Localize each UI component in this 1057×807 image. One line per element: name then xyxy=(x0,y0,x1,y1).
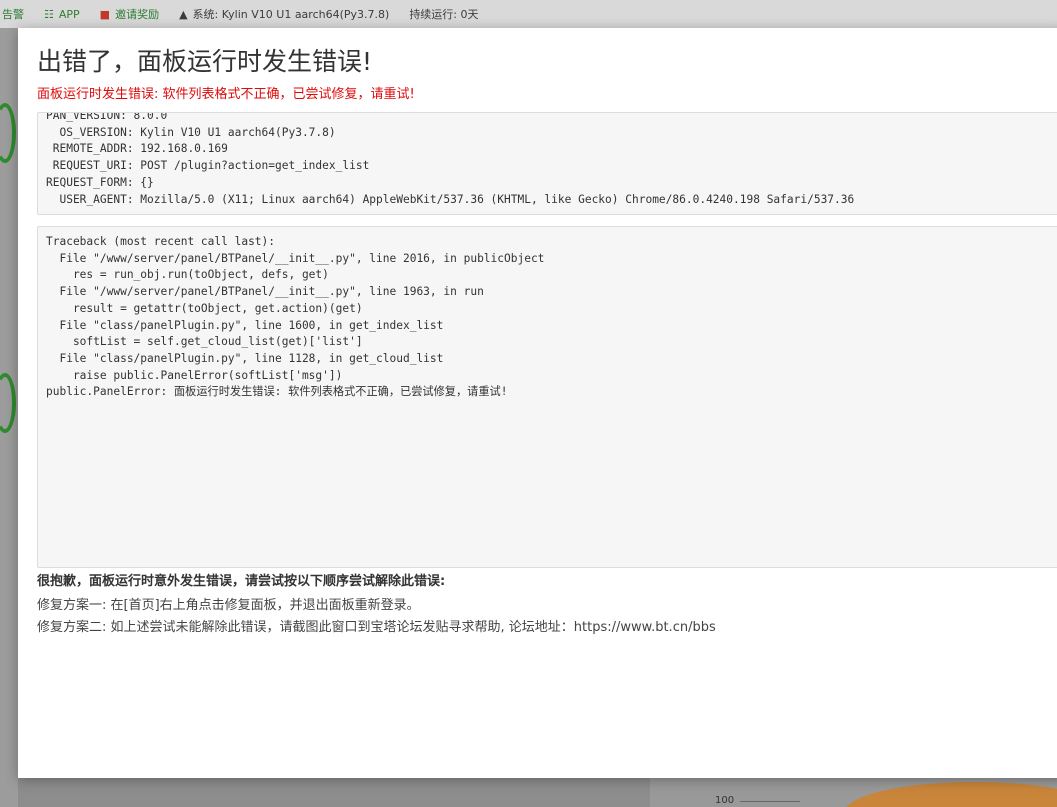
fix-option-two: 修复方案二: 如上述尝试未能解除此错误，请截图此窗口到宝塔论坛发贴寻求帮助, 论… xyxy=(37,620,716,635)
chart-area xyxy=(845,782,1057,807)
traceback-line: File "/www/server/panel/BTPanel/__init__… xyxy=(46,285,484,299)
help-title: 很抱歉，面板运行时意外发生错误，请尝试按以下顺序尝试解除此错误: xyxy=(37,574,446,589)
env-line: USER_AGENT: Mozilla/5.0 (X11; Linux aarc… xyxy=(46,192,855,206)
topbar-notice[interactable]: 告警 xyxy=(2,6,24,22)
dialog-error-message: 面板运行时发生错误: 软件列表格式不正确，已尝试修复，请重试! xyxy=(37,87,415,102)
linux-penguin-icon: ▲ xyxy=(179,7,188,21)
topbar-invite-label: 邀请奖励 xyxy=(115,8,160,21)
env-line: REMOTE_ADDR: 192.168.0.169 xyxy=(46,142,228,156)
topbar-app-label: APP xyxy=(58,7,80,21)
load-gauge xyxy=(0,103,16,163)
chart-tick-label: 100 xyxy=(715,795,735,806)
traceback-line: File "class/panelPlugin.py", line 1128, … xyxy=(46,351,444,365)
env-line: OS_VERSION: Kylin V10 U1 aarch64(Py3.7.8… xyxy=(46,125,336,139)
topbar-system: ▲ 系统: Kylin V10 U1 aarch64(Py3.7.8) xyxy=(179,6,389,22)
environment-info-box[interactable]: PAN_VERSION: 8.0.0 OS_VERSION: Kylin V10… xyxy=(37,112,1057,215)
panel-side-background xyxy=(0,28,18,807)
traceback-line: result = getattr(toObject, get.action)(g… xyxy=(46,301,363,315)
traceback-line: softList = self.get_cloud_list(get)['lis… xyxy=(46,335,363,349)
environment-info: PAN_VERSION: 8.0.0 OS_VERSION: Kylin V10… xyxy=(46,112,855,208)
fix-option-one: 修复方案一: 在[首页]右上角点击修复面板，并退出面板重新登录。 xyxy=(37,598,420,613)
disk-gauge xyxy=(0,373,16,433)
traceback-box[interactable]: Traceback (most recent call last): File … xyxy=(37,226,1057,568)
traceback-line: File "class/panelPlugin.py", line 1600, … xyxy=(46,318,444,332)
env-line: REQUEST_URI: POST /plugin?action=get_ind… xyxy=(46,159,370,173)
topbar-uptime-label: 持续运行: 0天 xyxy=(409,8,479,21)
topbar-system-label: 系统: Kylin V10 U1 aarch64(Py3.7.8) xyxy=(192,8,390,21)
topbar-app[interactable]: ☷ APP xyxy=(44,8,80,21)
chart-gridline xyxy=(740,801,800,802)
traceback-line: res = run_obj.run(toObject, defs, get) xyxy=(46,268,329,282)
traceback-text: Traceback (most recent call last): File … xyxy=(46,234,544,401)
grid-icon: ☷ xyxy=(44,7,54,21)
panel-topbar: 告警 ☷ APP ■ 邀请奖励 ▲ 系统: Kylin V10 U1 aarch… xyxy=(0,0,1057,28)
topbar-uptime: 持续运行: 0天 xyxy=(409,6,478,22)
traceback-line: raise public.PanelError(softList['msg']) xyxy=(46,368,343,382)
traceback-line: File "/www/server/panel/BTPanel/__init__… xyxy=(46,251,545,265)
panel-chart-background: 100 xyxy=(650,778,1057,807)
topbar-invite[interactable]: ■ 邀请奖励 xyxy=(100,6,159,22)
env-line: REQUEST_FORM: {} xyxy=(46,175,154,189)
env-line: PAN_VERSION: 8.0.0 xyxy=(46,112,168,122)
topbar-notice-label: 告警 xyxy=(2,8,24,21)
error-dialog: 出错了，面板运行时发生错误! 面板运行时发生错误: 软件列表格式不正确，已尝试修… xyxy=(18,28,1057,778)
traceback-line: public.PanelError: 面板运行时发生错误: 软件列表格式不正确，… xyxy=(46,385,508,399)
gift-icon: ■ xyxy=(99,7,111,21)
traceback-line: Traceback (most recent call last): xyxy=(46,235,276,248)
dialog-title: 出错了，面板运行时发生错误! xyxy=(37,47,373,76)
